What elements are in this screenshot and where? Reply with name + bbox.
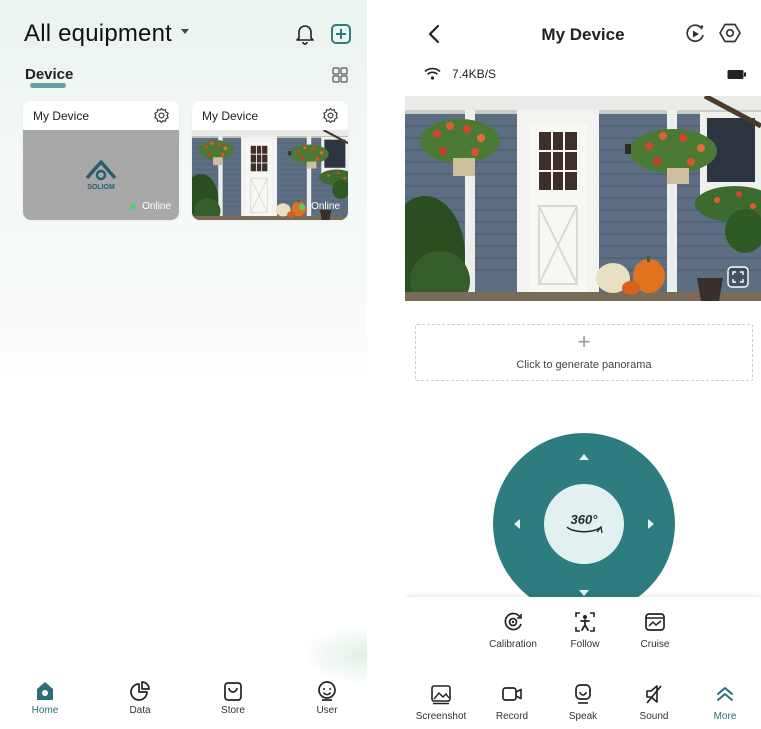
home-screen: All equipment Device My Device SOLIOM On… [0, 0, 367, 729]
tab-label: Store [221, 705, 245, 716]
status-badge: Online [130, 201, 171, 212]
pie-chart-icon [130, 681, 150, 701]
user-icon [318, 681, 336, 701]
status-badge: Online [299, 201, 340, 212]
fullscreen-icon[interactable] [727, 266, 749, 288]
wifi-icon [424, 67, 441, 80]
panorama-label: Click to generate panorama [516, 359, 652, 371]
sound-off-icon [646, 685, 662, 704]
cruise-icon [645, 613, 665, 631]
screenshot-button[interactable]: Screenshot [406, 683, 476, 722]
soliom-logo: SOLIOM [85, 160, 117, 191]
device-card[interactable]: My Device Online [192, 101, 348, 220]
record-button[interactable]: Record [477, 683, 547, 722]
gear-icon[interactable] [153, 107, 170, 124]
device-screen: My Device 7.4KB/S + Click to generate pa… [405, 0, 761, 729]
bell-icon[interactable] [295, 23, 315, 45]
arrow-down-icon[interactable] [579, 590, 589, 596]
arrow-up-icon[interactable] [579, 454, 589, 460]
caret-down-icon[interactable] [181, 29, 189, 34]
logo-text: SOLIOM [87, 184, 115, 191]
page-title: My Device [541, 25, 625, 44]
control-label: Follow [570, 639, 600, 650]
status-text: Online [142, 201, 171, 212]
device-name: My Device [33, 109, 90, 123]
calibration-button[interactable]: Calibration [478, 611, 548, 650]
playback-icon[interactable] [684, 23, 706, 45]
control-label: Calibration [489, 639, 537, 650]
speak-icon [575, 684, 591, 704]
device-thumbnail[interactable]: Online [192, 130, 348, 220]
tab-label: User [316, 705, 338, 716]
settings-icon[interactable] [719, 22, 741, 44]
generate-panorama-button[interactable]: + Click to generate panorama [415, 324, 753, 381]
home-icon [37, 682, 53, 700]
network-speed: 7.4KB/S [452, 67, 497, 81]
bottom-tab-bar: Home Data Store User [0, 680, 367, 729]
control-label: Record [495, 711, 529, 722]
control-label: Screenshot [415, 711, 467, 722]
live-video-feed[interactable] [405, 96, 761, 301]
shopping-bag-icon [224, 682, 242, 701]
control-label: More [713, 711, 737, 722]
tab-label: Data [129, 705, 151, 716]
tab-user[interactable]: User [297, 680, 357, 716]
record-icon [502, 687, 522, 701]
device-card[interactable]: My Device SOLIOM Online [23, 101, 179, 220]
device-thumbnail[interactable]: SOLIOM Online [23, 130, 179, 220]
control-panel: Calibration Follow Cruise Screenshot Rec… [405, 597, 761, 729]
control-label: Cruise [640, 639, 670, 650]
control-label: Speak [568, 711, 598, 722]
section-underline [30, 83, 66, 88]
calibration-icon [504, 612, 522, 631]
camera-live-image [405, 96, 761, 301]
more-icon [717, 687, 733, 701]
tab-store[interactable]: Store [203, 680, 263, 716]
device-section-title: Device [25, 66, 74, 83]
equipment-title[interactable]: All equipment [24, 20, 172, 48]
follow-button[interactable]: Follow [550, 611, 620, 650]
screenshot-icon [431, 685, 451, 705]
ptz-joystick[interactable]: 360° [493, 433, 675, 615]
arrow-left-icon[interactable] [514, 519, 520, 529]
grid-view-icon[interactable] [332, 67, 348, 83]
sound-button[interactable]: Sound [619, 683, 689, 722]
tab-data[interactable]: Data [110, 680, 170, 716]
follow-icon [575, 612, 595, 632]
speak-button[interactable]: Speak [548, 683, 618, 722]
online-dot [130, 203, 137, 210]
online-dot [299, 203, 306, 210]
plus-icon: + [577, 329, 591, 354]
control-label: Sound [639, 711, 669, 722]
battery-icon [727, 70, 746, 79]
tab-label: Home [31, 705, 59, 716]
more-button[interactable]: More [690, 683, 760, 722]
device-name: My Device [202, 109, 259, 123]
status-text: Online [311, 201, 340, 212]
rotate-arc-icon [566, 525, 603, 534]
decorative-blob [300, 625, 367, 685]
rotate-360-button[interactable]: 360° [544, 484, 624, 564]
arrow-right-icon[interactable] [648, 519, 654, 529]
add-device-icon[interactable] [330, 23, 352, 45]
tab-home[interactable]: Home [15, 680, 75, 716]
gear-icon[interactable] [322, 107, 339, 124]
cruise-button[interactable]: Cruise [620, 611, 690, 650]
